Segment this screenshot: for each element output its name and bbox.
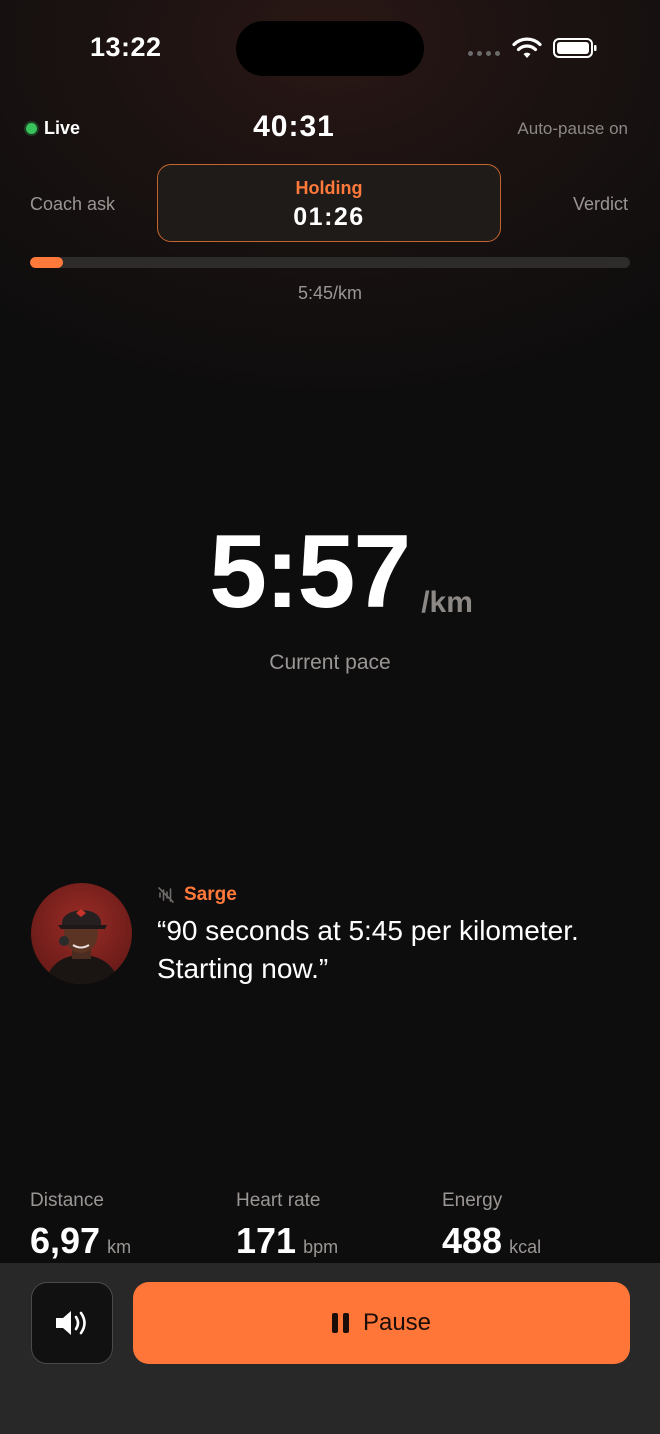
pause-label: Pause	[362, 1309, 432, 1336]
metric-label: Distance	[30, 1190, 104, 1211]
pace-unit: /km	[421, 586, 473, 619]
stage-current-card: Holding 01:26	[157, 164, 501, 242]
live-indicator: Live	[26, 118, 80, 139]
pace-label: Current pace	[269, 651, 391, 674]
metric-heart-rate: Heart rate 171 bpm	[236, 1190, 338, 1262]
metric-distance: Distance 6,97 km	[30, 1190, 131, 1262]
coach-portrait-icon	[45, 909, 119, 984]
metric-value: 171	[236, 1220, 297, 1261]
stage-previous: Coach ask	[30, 194, 116, 214]
metric-label: Heart rate	[236, 1190, 321, 1211]
stage-current-time: 01:26	[293, 203, 365, 231]
sound-toggle-button[interactable]	[31, 1282, 113, 1364]
speaker-icon	[56, 1311, 86, 1335]
current-pace: 5:57 /km	[0, 520, 660, 624]
metric-value: 6,97	[30, 1220, 101, 1261]
interval-progress-bar	[30, 257, 630, 268]
dynamic-island	[236, 21, 424, 76]
stage-current-label: Holding	[295, 178, 363, 198]
coach-name-row: Sarge	[157, 884, 237, 906]
metric-energy: Energy 488 kcal	[442, 1190, 541, 1262]
pace-value: 5:57	[209, 514, 411, 630]
pause-icon	[331, 1313, 349, 1333]
stage-next: Verdict	[572, 194, 628, 214]
metric-value: 488	[442, 1220, 503, 1261]
target-pace: 5:45/km	[297, 283, 363, 303]
interval-progress-fill	[30, 257, 63, 268]
auto-pause-status: Auto-pause on	[517, 119, 628, 138]
metric-unit: bpm	[303, 1237, 339, 1257]
coach-name: Sarge	[184, 884, 237, 905]
voice-muted-icon	[158, 887, 174, 903]
metric-unit: kcal	[509, 1237, 542, 1257]
coach-avatar	[31, 883, 132, 984]
status-time: 13:22	[90, 32, 162, 62]
battery-icon	[553, 38, 597, 58]
wifi-icon	[512, 37, 542, 58]
coach-quote: “90 seconds at 5:45 per kilometer. Start…	[157, 915, 579, 984]
pause-button[interactable]: Pause	[133, 1282, 630, 1364]
live-dot-icon	[26, 123, 37, 134]
live-label: Live	[44, 118, 81, 138]
elapsed-time: 40:31	[253, 110, 335, 143]
cellular-signal-icon	[468, 51, 500, 56]
metric-unit: km	[107, 1237, 132, 1257]
metric-label: Energy	[442, 1190, 503, 1211]
